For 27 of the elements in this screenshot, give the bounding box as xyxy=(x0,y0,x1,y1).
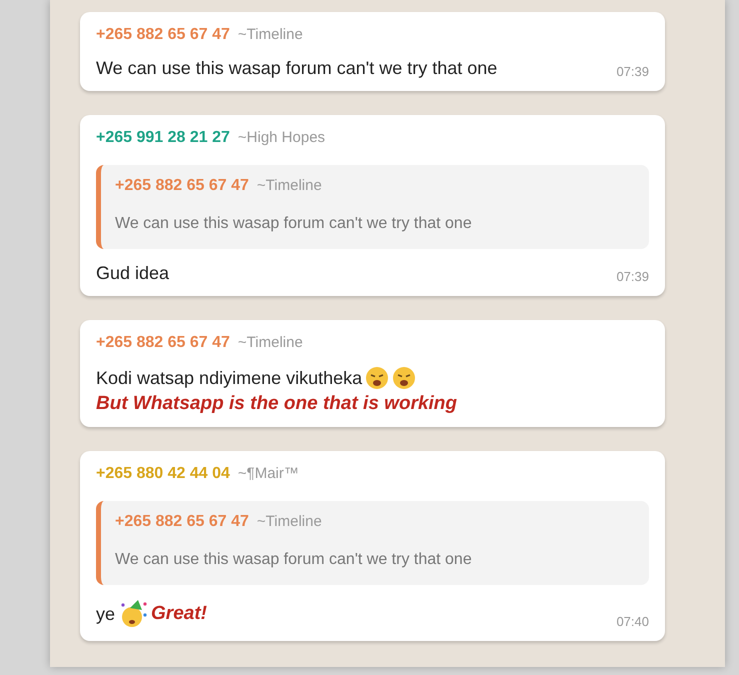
message-text: ye xyxy=(96,604,116,624)
quoted-message[interactable]: +265 882 65 67 47 ~Timeline We can use this wasap forum can't we try that one xyxy=(96,501,649,585)
sender-number: +265 991 28 21 27 xyxy=(96,129,230,147)
sender-number: +265 880 42 44 04 xyxy=(96,465,230,483)
annotation-text: But Whatsapp is the one that is working xyxy=(96,393,458,415)
annotation-text: Great! xyxy=(151,603,207,625)
tired-emoji-icon xyxy=(392,366,416,390)
sender-alias: ~Timeline xyxy=(256,513,322,530)
sender-alias: ~Timeline xyxy=(238,334,303,351)
sender-number: +265 882 65 67 47 xyxy=(96,26,230,44)
quoted-text: We can use this wasap forum can't we try that one xyxy=(115,215,473,233)
tired-emoji-icon xyxy=(365,366,390,390)
message-text: Kodi watsap ndiyimene vikutheka xyxy=(96,368,362,388)
sender-number: +265 882 65 67 47 xyxy=(115,513,249,531)
message-time: 07:39 xyxy=(616,269,649,284)
message-text: Gud idea xyxy=(96,263,170,284)
sender-alias: ~¶Mair™ xyxy=(238,465,299,482)
sender-number: +265 882 65 67 47 xyxy=(115,177,249,195)
quoted-text: We can use this wasap forum can't we try that one xyxy=(115,551,473,569)
sender-number: +265 882 65 67 47 xyxy=(96,334,230,352)
quoted-message[interactable]: +265 882 65 67 47 ~Timeline We can use this wasap forum can't we try that one xyxy=(96,165,649,249)
message-text: We can use this wasap forum can't we try that one xyxy=(96,58,498,79)
message-time: 07:40 xyxy=(616,614,649,629)
sender-alias: ~Timeline xyxy=(256,177,322,194)
sender-alias: ~Timeline xyxy=(238,26,303,43)
sender-alias: ~High Hopes xyxy=(238,129,326,146)
message-time: 07:39 xyxy=(616,64,649,79)
